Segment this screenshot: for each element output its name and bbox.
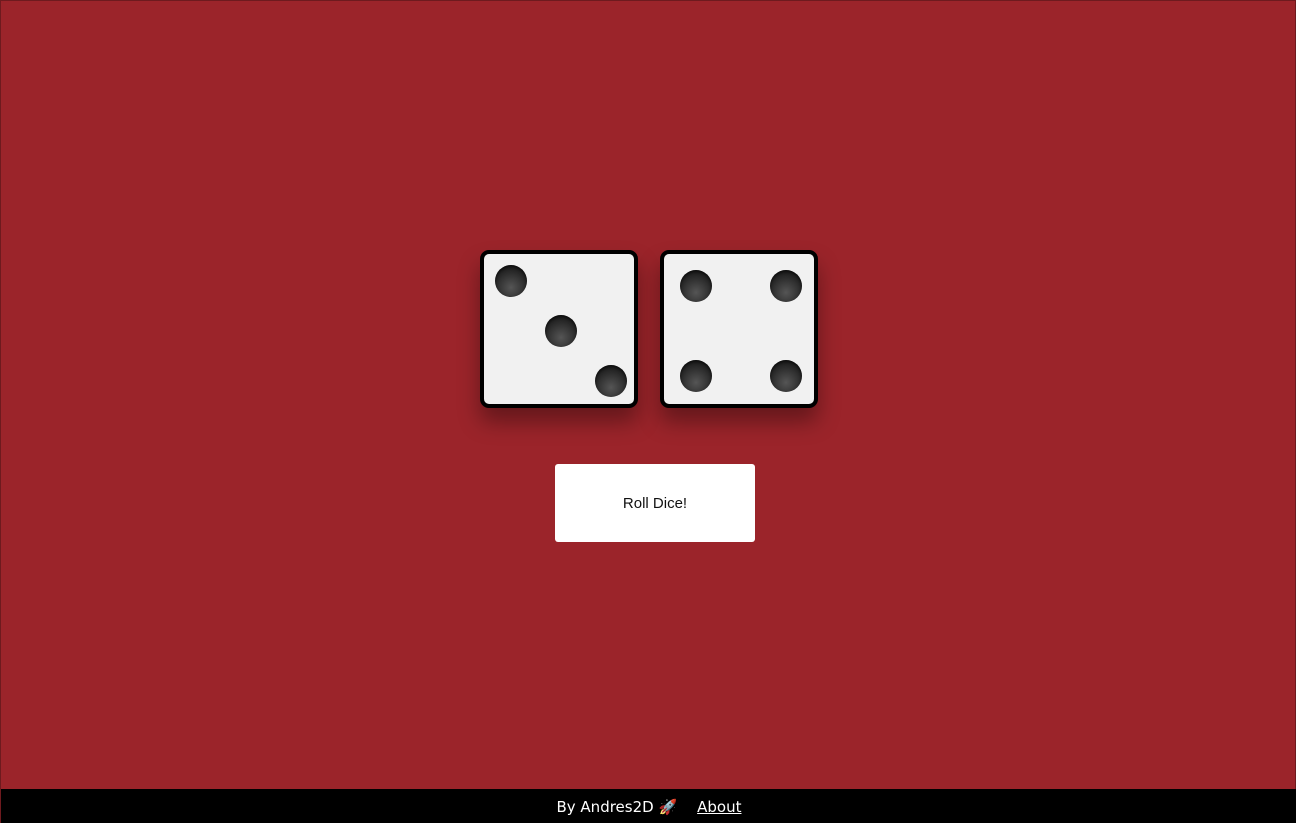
- die-pip: [680, 270, 712, 302]
- footer: By Andres2D 🚀 About: [1, 789, 1296, 823]
- die-pip: [595, 365, 627, 397]
- die-pip: [770, 360, 802, 392]
- die-pip: [770, 270, 802, 302]
- dice-row: [480, 250, 818, 408]
- author-credit: By Andres2D 🚀: [556, 797, 678, 816]
- roll-dice-button[interactable]: Roll Dice!: [555, 464, 755, 542]
- die-1-three[interactable]: [480, 250, 638, 408]
- die-pip: [545, 315, 577, 347]
- die-pip: [495, 265, 527, 297]
- die-2-four[interactable]: [660, 250, 818, 408]
- about-link[interactable]: About: [697, 798, 741, 816]
- die-pip: [680, 360, 712, 392]
- game-area: Roll Dice!: [1, 1, 1296, 789]
